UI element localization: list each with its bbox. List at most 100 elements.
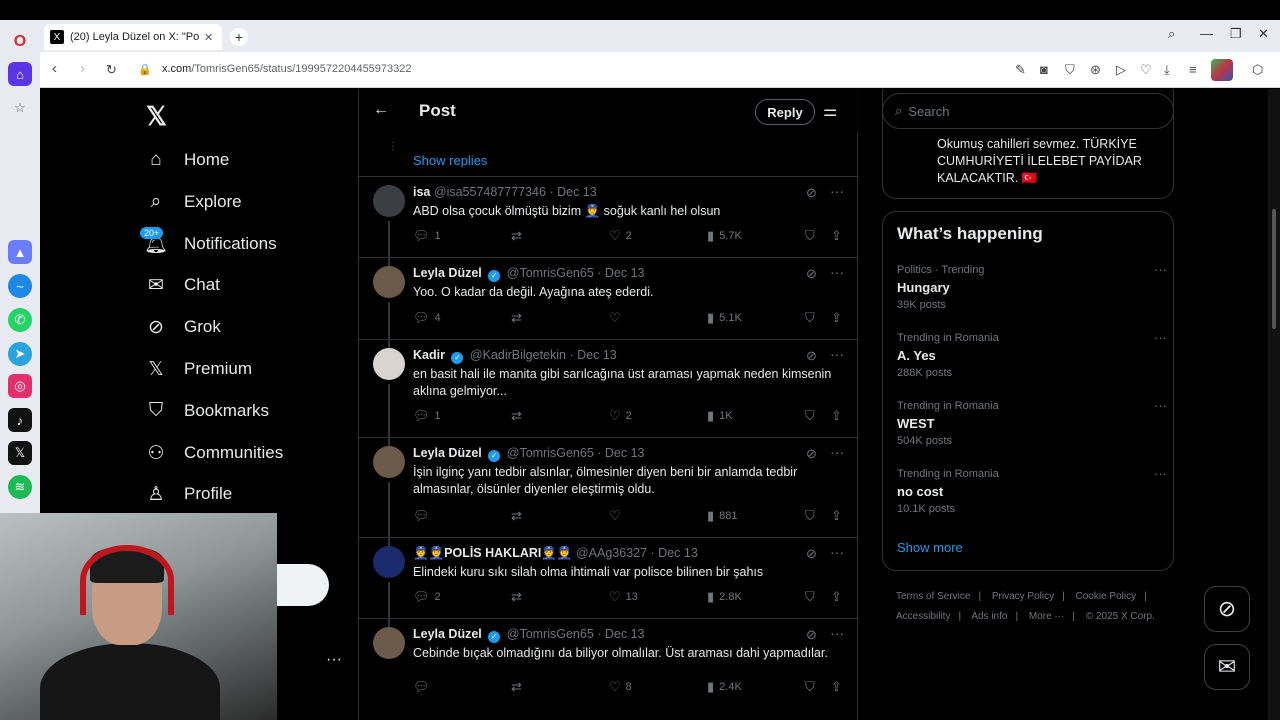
opera-logo-icon[interactable]: O xyxy=(8,30,32,54)
avatar[interactable] xyxy=(373,546,405,578)
nav-premium[interactable]: 𝕏 Premium xyxy=(144,352,252,386)
like-action[interactable]: ♡ 13 xyxy=(609,589,638,605)
x-logo-icon[interactable]: 𝕏 xyxy=(146,101,167,132)
share-action[interactable]: ⇪ xyxy=(831,228,847,244)
avatar[interactable] xyxy=(373,627,405,659)
share-action[interactable]: ⇪ xyxy=(831,408,847,424)
search-tabs-icon[interactable]: ⌕ xyxy=(1168,26,1175,42)
tiktok-icon[interactable]: ♪ xyxy=(8,408,32,432)
author-name[interactable]: 👮👮POLİS HAKLARI👮👮 xyxy=(413,546,572,560)
reply-action[interactable]: 💬︎ 1 xyxy=(413,228,441,244)
reload-icon[interactable]: ↻ xyxy=(106,62,117,78)
more-icon[interactable]: ··· xyxy=(830,183,844,199)
trend-item[interactable]: Trending in Romania A. Yes 288K posts ··… xyxy=(897,330,1167,379)
tweet[interactable]: isa @isa557487777346 · Dec 13 ⊘ ··· ABD … xyxy=(359,177,858,266)
retweet-action[interactable]: ⇄ xyxy=(511,679,527,695)
nav-notifications[interactable]: 🔔︎ Notifications xyxy=(144,227,277,261)
tweet[interactable]: Leyla Düzel ✓ @TomrisGen65 · Dec 13 ⊘ ··… xyxy=(359,438,858,546)
views-action[interactable]: ▮ 1K xyxy=(707,408,733,424)
tweet-date[interactable]: Dec 13 xyxy=(605,627,645,641)
author-name[interactable]: Leyla Düzel xyxy=(413,627,482,641)
messenger-icon[interactable]: ~ xyxy=(8,274,32,298)
more-account-icon[interactable]: ··· xyxy=(326,651,342,669)
tweet[interactable]: Kadir ✓ @KadirBilgetekin · Dec 13 ⊘ ··· … xyxy=(359,340,858,446)
tweet-date[interactable]: Dec 13 xyxy=(658,546,698,560)
new-tab-button[interactable]: + xyxy=(230,28,248,46)
url-field[interactable]: x.com/TomrisGen65/status/199957220445597… xyxy=(162,63,412,75)
whatsapp-icon[interactable]: ✆ xyxy=(8,308,32,332)
like-action[interactable]: ♡ 8 xyxy=(609,679,632,695)
heart-icon[interactable]: ♡ xyxy=(1140,62,1152,78)
back-icon[interactable]: ‹ xyxy=(52,60,57,77)
nav-communities[interactable]: ⚇ Communities xyxy=(144,436,283,470)
grok-icon[interactable]: ⊘ xyxy=(806,266,817,282)
shield-icon[interactable]: ⛉ xyxy=(1065,62,1075,78)
author-handle[interactable]: @TomrisGen65 xyxy=(507,266,594,280)
grok-icon[interactable]: ⊘ xyxy=(806,546,817,562)
more-icon[interactable]: ··· xyxy=(1154,262,1167,277)
retweet-action[interactable]: ⇄ xyxy=(511,310,527,326)
grok-icon[interactable]: ⊘ xyxy=(806,185,817,201)
bookmark-action[interactable]: ⛉ xyxy=(805,508,820,524)
views-action[interactable]: ▮ 881 xyxy=(707,508,738,524)
author-name[interactable]: isa xyxy=(413,185,430,199)
play-icon[interactable]: ▷ xyxy=(1116,62,1126,78)
footer-link[interactable]: Privacy Policy xyxy=(992,591,1054,602)
more-icon[interactable]: ··· xyxy=(830,544,844,560)
nav-bookmarks[interactable]: ⛉ Bookmarks xyxy=(144,394,269,428)
bookmark-action[interactable]: ⛉ xyxy=(805,310,820,326)
tweet[interactable]: 👮👮POLİS HAKLARI👮👮 @AAg36327 · Dec 13 ⊘ ·… xyxy=(359,538,858,627)
footer-link[interactable]: Accessibility xyxy=(896,611,950,622)
camera-icon[interactable]: ◙ xyxy=(1040,62,1048,77)
instagram-icon[interactable]: ◎ xyxy=(8,374,32,398)
tweet[interactable]: Leyla Düzel ✓ @TomrisGen65 · Dec 13 ⊘ ··… xyxy=(359,258,858,348)
views-action[interactable]: ▮ 2.8K xyxy=(707,589,742,605)
trend-item[interactable]: Trending in Romania WEST 504K posts ··· xyxy=(897,398,1167,447)
like-action[interactable]: ♡ 2 xyxy=(609,408,632,424)
grok-fab-icon[interactable]: ⊘ xyxy=(1204,586,1250,632)
author-name[interactable]: Kadir xyxy=(413,348,445,362)
close-window-icon[interactable]: ✕ xyxy=(1258,26,1269,42)
author-handle[interactable]: @AAg36327 xyxy=(576,546,647,560)
close-tab-icon[interactable]: ✕ xyxy=(204,31,216,44)
share-action[interactable]: ⇪ xyxy=(831,679,847,695)
author-handle[interactable]: @KadirBilgetekin xyxy=(470,348,566,362)
grok-icon[interactable]: ⊘ xyxy=(806,446,817,462)
nav-profile[interactable]: ♙ Profile xyxy=(144,477,232,511)
browser-tab[interactable]: X (20) Leyla Düzel on X: "Po ✕ xyxy=(44,24,222,50)
bookmark-action[interactable]: ⛉ xyxy=(805,589,820,605)
spotify-icon[interactable]: ≋ xyxy=(8,475,32,499)
bookmark-action[interactable]: ⛉ xyxy=(805,228,820,244)
telegram-icon[interactable]: ➤ xyxy=(8,342,32,366)
home-icon[interactable]: ⌂ xyxy=(8,62,32,86)
tweet-date[interactable]: Dec 13 xyxy=(605,266,645,280)
tweet-date[interactable]: Dec 13 xyxy=(605,446,645,460)
vpn-icon[interactable]: ⊛ xyxy=(1090,62,1101,78)
share-action[interactable]: ⇪ xyxy=(831,589,847,605)
like-action[interactable]: ♡ 2 xyxy=(609,228,632,244)
filter-icon[interactable]: ⚌ xyxy=(823,101,837,121)
back-arrow-icon[interactable]: ← xyxy=(373,101,389,119)
share-action[interactable]: ⇪ xyxy=(831,508,847,524)
more-icon[interactable]: ··· xyxy=(830,346,844,362)
reply-action[interactable]: 💬︎ 4 xyxy=(413,310,441,326)
author-handle[interactable]: @TomrisGen65 xyxy=(507,627,594,641)
tweet[interactable]: Leyla Düzel ✓ @TomrisGen65 · Dec 13 ⊘ ··… xyxy=(359,619,858,709)
grok-icon[interactable]: ⊘ xyxy=(806,627,817,643)
like-action[interactable]: ♡ xyxy=(609,310,626,326)
trend-item[interactable]: Trending in Romania no cost 10.1K posts … xyxy=(897,466,1167,515)
x-app-icon[interactable]: 𝕏 xyxy=(8,441,32,465)
nav-chat[interactable]: ✉ Chat xyxy=(144,268,220,302)
retweet-action[interactable]: ⇄ xyxy=(511,408,527,424)
menu-icon[interactable]: ≡ xyxy=(1189,62,1197,77)
forward-icon[interactable]: › xyxy=(80,60,85,77)
author-name[interactable]: Leyla Düzel xyxy=(413,266,482,280)
download-icon[interactable]: ⤓ xyxy=(1164,62,1170,78)
retweet-action[interactable]: ⇄ xyxy=(511,228,527,244)
views-action[interactable]: ▮ 5.7K xyxy=(707,228,742,244)
author-handle[interactable]: @TomrisGen65 xyxy=(507,446,594,460)
minimize-icon[interactable]: — xyxy=(1200,26,1213,41)
reply-button[interactable]: Reply xyxy=(755,99,815,125)
search-input[interactable]: ⌕ Search xyxy=(882,93,1174,129)
footer-link[interactable]: Cookie Policy xyxy=(1076,591,1137,602)
